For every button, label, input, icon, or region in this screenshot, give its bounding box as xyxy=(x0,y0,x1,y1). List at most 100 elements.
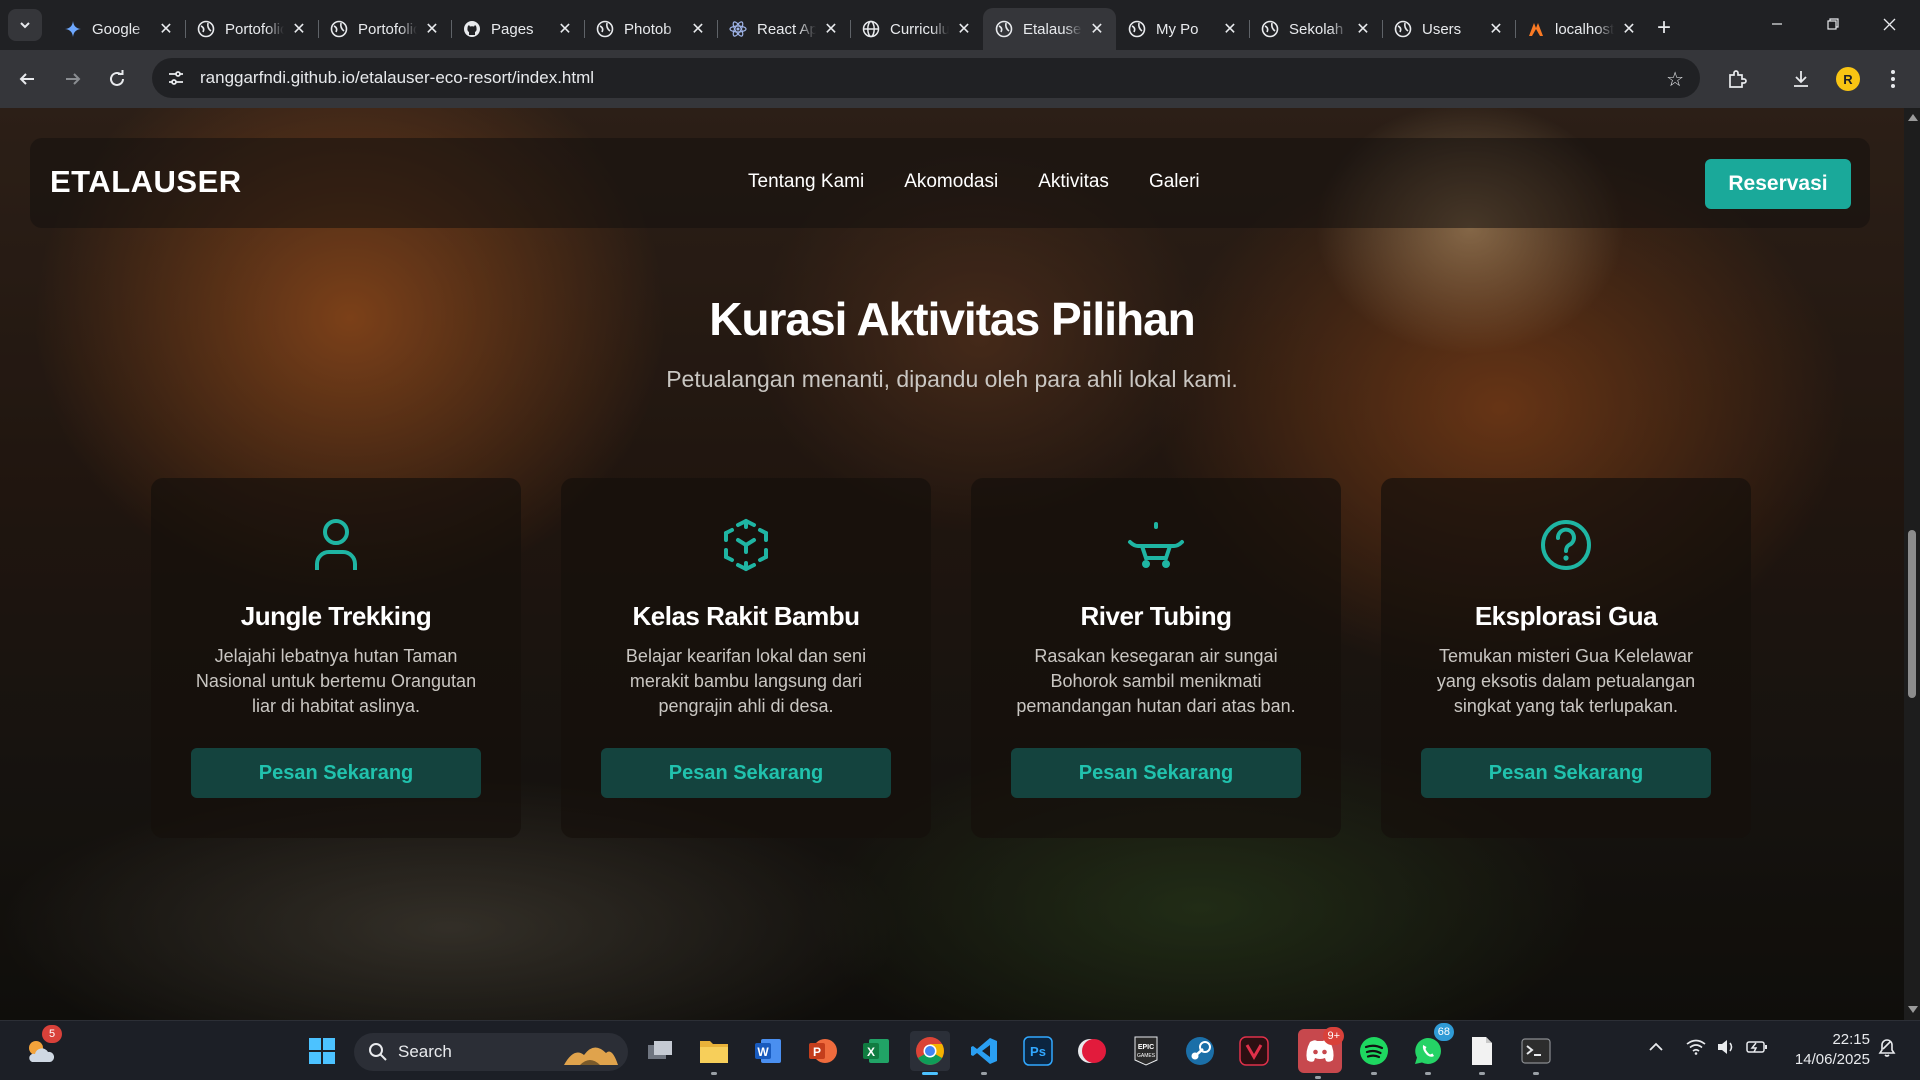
close-icon[interactable]: ✕ xyxy=(423,20,441,38)
notepad-app[interactable] xyxy=(1462,1031,1502,1075)
chrome-app[interactable] xyxy=(910,1031,950,1075)
start-button[interactable] xyxy=(302,1031,342,1071)
excel-app[interactable]: X xyxy=(856,1031,896,1071)
tab-my-po[interactable]: My Po ✕ xyxy=(1116,8,1249,50)
pesan-sekarang-button[interactable]: Pesan Sekarang xyxy=(1011,748,1301,798)
terminal-icon xyxy=(1521,1038,1551,1064)
nav-akomodasi[interactable]: Akomodasi xyxy=(904,171,998,193)
vscode-app[interactable] xyxy=(964,1031,1004,1075)
tab-search-button[interactable] xyxy=(8,9,42,41)
url-text[interactable]: ranggarfndi.github.io/etalauser-eco-reso… xyxy=(200,68,594,88)
pesan-sekarang-button[interactable]: Pesan Sekarang xyxy=(191,748,481,798)
nav-galeri[interactable]: Galeri xyxy=(1149,171,1200,193)
close-icon[interactable]: ✕ xyxy=(157,20,175,38)
close-icon[interactable]: ✕ xyxy=(822,20,840,38)
tab-sekolah[interactable]: Sekolah ✕ xyxy=(1249,8,1382,50)
chevron-up-icon[interactable] xyxy=(1648,1039,1664,1060)
tab-etalauser[interactable]: Etalauser ✕ xyxy=(983,8,1116,50)
site-info-icon[interactable] xyxy=(158,69,194,87)
close-icon[interactable]: ✕ xyxy=(290,20,308,38)
site-logo[interactable]: ETALAUSER xyxy=(50,164,242,200)
profile-avatar[interactable]: R xyxy=(1836,67,1860,91)
discord-app[interactable]: 9+ xyxy=(1298,1027,1344,1079)
world-icon xyxy=(862,20,880,38)
nav-aktivitas[interactable]: Aktivitas xyxy=(1038,171,1109,193)
tab-portofolio-2[interactable]: Portofolio ✕ xyxy=(318,8,451,50)
pesan-sekarang-button[interactable]: Pesan Sekarang xyxy=(1421,748,1711,798)
nav-tentang-kami[interactable]: Tentang Kami xyxy=(748,171,864,193)
tab-portofolio[interactable]: Portofolio ✕ xyxy=(185,8,318,50)
tab-title: Curriculum xyxy=(890,20,949,38)
task-view-button[interactable] xyxy=(640,1031,680,1071)
card-title: Eksplorasi Gua xyxy=(1474,601,1658,631)
reservasi-button[interactable]: Reservasi xyxy=(1705,159,1851,209)
address-bar[interactable]: ranggarfndi.github.io/etalauser-eco-reso… xyxy=(152,58,1700,98)
scroll-up-arrow[interactable] xyxy=(1908,114,1918,121)
powerpoint-icon: P xyxy=(809,1039,837,1063)
steam-icon xyxy=(1186,1037,1214,1065)
word-app[interactable]: W xyxy=(748,1031,788,1071)
minimize-button[interactable] xyxy=(1754,6,1800,42)
scrollbar-thumb[interactable] xyxy=(1908,530,1916,698)
search-label: Search xyxy=(398,1042,452,1061)
close-icon[interactable]: ✕ xyxy=(955,20,973,38)
forward-button[interactable] xyxy=(56,62,90,96)
browser-menu-icon[interactable] xyxy=(1876,62,1910,96)
powerpoint-app[interactable]: P xyxy=(802,1031,842,1071)
close-icon[interactable]: ✕ xyxy=(1620,20,1638,38)
back-button[interactable] xyxy=(10,62,44,96)
close-icon[interactable]: ✕ xyxy=(556,20,574,38)
tab-pages[interactable]: Pages ✕ xyxy=(451,8,584,50)
download-icon[interactable] xyxy=(1784,62,1818,96)
taskbar-search[interactable]: Search xyxy=(354,1033,628,1071)
epic-games-app[interactable]: EPIC GAMES xyxy=(1126,1031,1166,1071)
terminal-app[interactable] xyxy=(1516,1031,1556,1075)
tab-localhost[interactable]: localhost ✕ xyxy=(1515,8,1648,50)
weather-widget[interactable]: 5 xyxy=(20,1025,62,1071)
file-explorer-app[interactable] xyxy=(694,1031,734,1075)
activity-card: Kelas Rakit Bambu Belajar kearifan lokal… xyxy=(561,478,931,838)
spotify-app[interactable] xyxy=(1354,1031,1394,1075)
bookmark-star-icon[interactable]: ☆ xyxy=(1666,67,1684,92)
svg-text:EPIC: EPIC xyxy=(1138,1044,1154,1051)
close-icon[interactable]: ✕ xyxy=(1088,20,1106,38)
notification-bell-icon[interactable] xyxy=(1878,1038,1896,1063)
xampp-icon xyxy=(1527,20,1545,38)
volume-icon[interactable] xyxy=(1716,1039,1736,1060)
site-header: ETALAUSER Tentang Kami Akomodasi Aktivit… xyxy=(30,138,1870,228)
close-window-button[interactable] xyxy=(1866,6,1912,42)
chrome-icon xyxy=(916,1037,944,1065)
close-icon[interactable]: ✕ xyxy=(1354,20,1372,38)
extensions-icon[interactable] xyxy=(1720,62,1754,96)
tab-react-app[interactable]: React App ✕ xyxy=(717,8,850,50)
restore-button[interactable] xyxy=(1810,6,1856,42)
system-clock[interactable]: 22:15 14/06/2025 xyxy=(1786,1030,1870,1070)
photoshop-app[interactable]: Ps xyxy=(1018,1031,1058,1071)
arrow-right-icon xyxy=(66,73,81,85)
tab-photob[interactable]: Photob ✕ xyxy=(584,8,717,50)
tab-users[interactable]: Users ✕ xyxy=(1382,8,1515,50)
new-tab-button[interactable]: + xyxy=(1650,14,1678,42)
scroll-down-arrow[interactable] xyxy=(1908,1006,1918,1013)
vivaldi-app[interactable] xyxy=(1234,1031,1274,1071)
close-icon[interactable]: ✕ xyxy=(1487,20,1505,38)
close-icon[interactable]: ✕ xyxy=(1221,20,1239,38)
record-app[interactable] xyxy=(1072,1031,1112,1071)
page-scrollbar[interactable] xyxy=(1904,108,1920,1020)
battery-icon[interactable] xyxy=(1746,1039,1768,1060)
whatsapp-app[interactable]: 68 xyxy=(1408,1023,1454,1075)
card-description: Jelajahi lebatnya hutan Taman Nasional u… xyxy=(195,646,477,716)
globe-icon xyxy=(1128,20,1146,38)
svg-text:Ps: Ps xyxy=(1030,1044,1046,1059)
wifi-icon[interactable] xyxy=(1686,1039,1706,1060)
card-title: Kelas Rakit Bambu xyxy=(632,601,860,631)
tab-title: Portofolio xyxy=(358,20,417,38)
globe-icon xyxy=(1394,20,1412,38)
pesan-sekarang-button[interactable]: Pesan Sekarang xyxy=(601,748,891,798)
tab-google[interactable]: Google ✕ xyxy=(52,8,185,50)
epic-games-icon: EPIC GAMES xyxy=(1134,1036,1158,1066)
tab-curriculum[interactable]: Curriculum ✕ xyxy=(850,8,983,50)
close-icon[interactable]: ✕ xyxy=(689,20,707,38)
steam-app[interactable] xyxy=(1180,1031,1220,1071)
reload-button[interactable] xyxy=(100,62,134,96)
